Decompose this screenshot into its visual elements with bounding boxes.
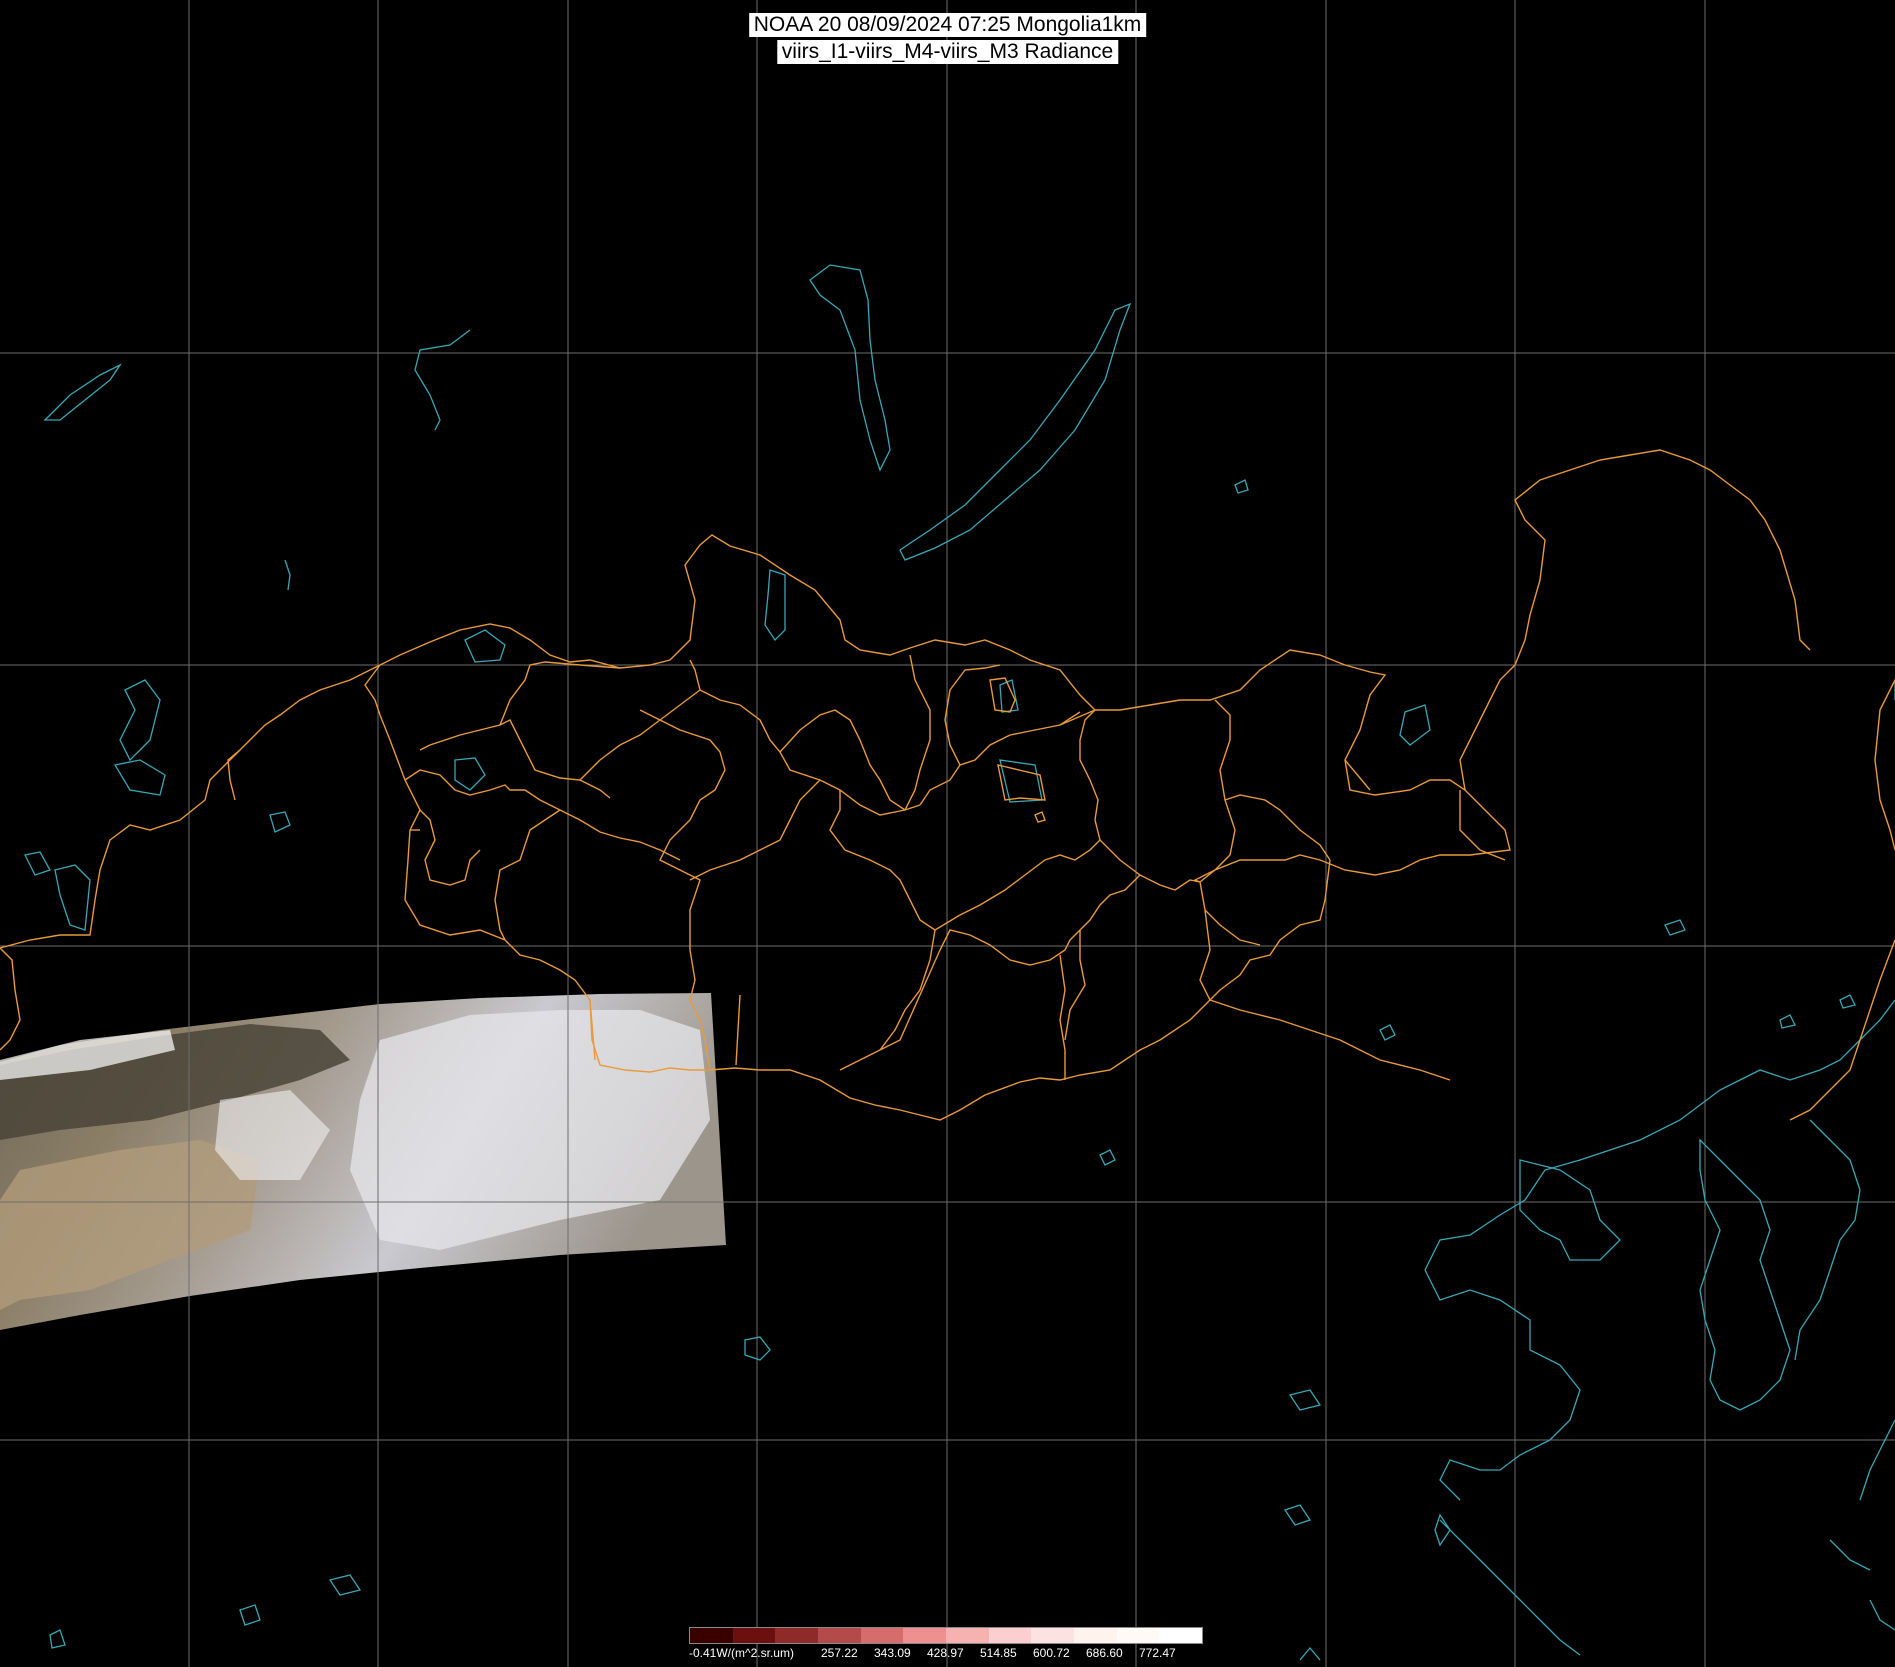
legend-labels: -0.41W/(m^2.sr.um) 257.22 343.09 428.97 … <box>689 1646 1203 1662</box>
title-line-1: NOAA 20 08/09/2024 07:25 Mongolia1km <box>748 13 1147 37</box>
legend-swatch <box>1031 1628 1075 1643</box>
color-legend: -0.41W/(m^2.sr.um) 257.22 343.09 428.97 … <box>689 1627 1203 1663</box>
legend-swatch <box>775 1628 819 1643</box>
legend-swatch <box>1159 1628 1203 1643</box>
legend-swatch <box>903 1628 947 1643</box>
legend-swatch <box>732 1628 776 1643</box>
legend-tick-label: 686.60 <box>1086 1646 1123 1660</box>
map-canvas <box>0 0 1895 1667</box>
title-line-2: viirs_I1-viirs_M4-viirs_M3 Radiance <box>776 40 1119 64</box>
legend-swatch <box>946 1628 989 1643</box>
legend-color-bar <box>689 1627 1203 1644</box>
legend-swatch <box>690 1628 733 1643</box>
legend-tick-label: 772.47 <box>1139 1646 1176 1660</box>
legend-swatch <box>1074 1628 1117 1643</box>
legend-swatch <box>860 1628 904 1643</box>
legend-swatch <box>988 1628 1032 1643</box>
legend-swatch <box>818 1628 861 1643</box>
legend-tick-label: 343.09 <box>874 1646 911 1660</box>
legend-tick-label: 428.97 <box>927 1646 964 1660</box>
legend-unit-label: -0.41W/(m^2.sr.um) <box>689 1646 794 1660</box>
legend-swatch <box>1116 1628 1160 1643</box>
legend-tick-label: 257.22 <box>821 1646 858 1660</box>
legend-tick-label: 600.72 <box>1033 1646 1070 1660</box>
legend-tick-label: 514.85 <box>980 1646 1017 1660</box>
